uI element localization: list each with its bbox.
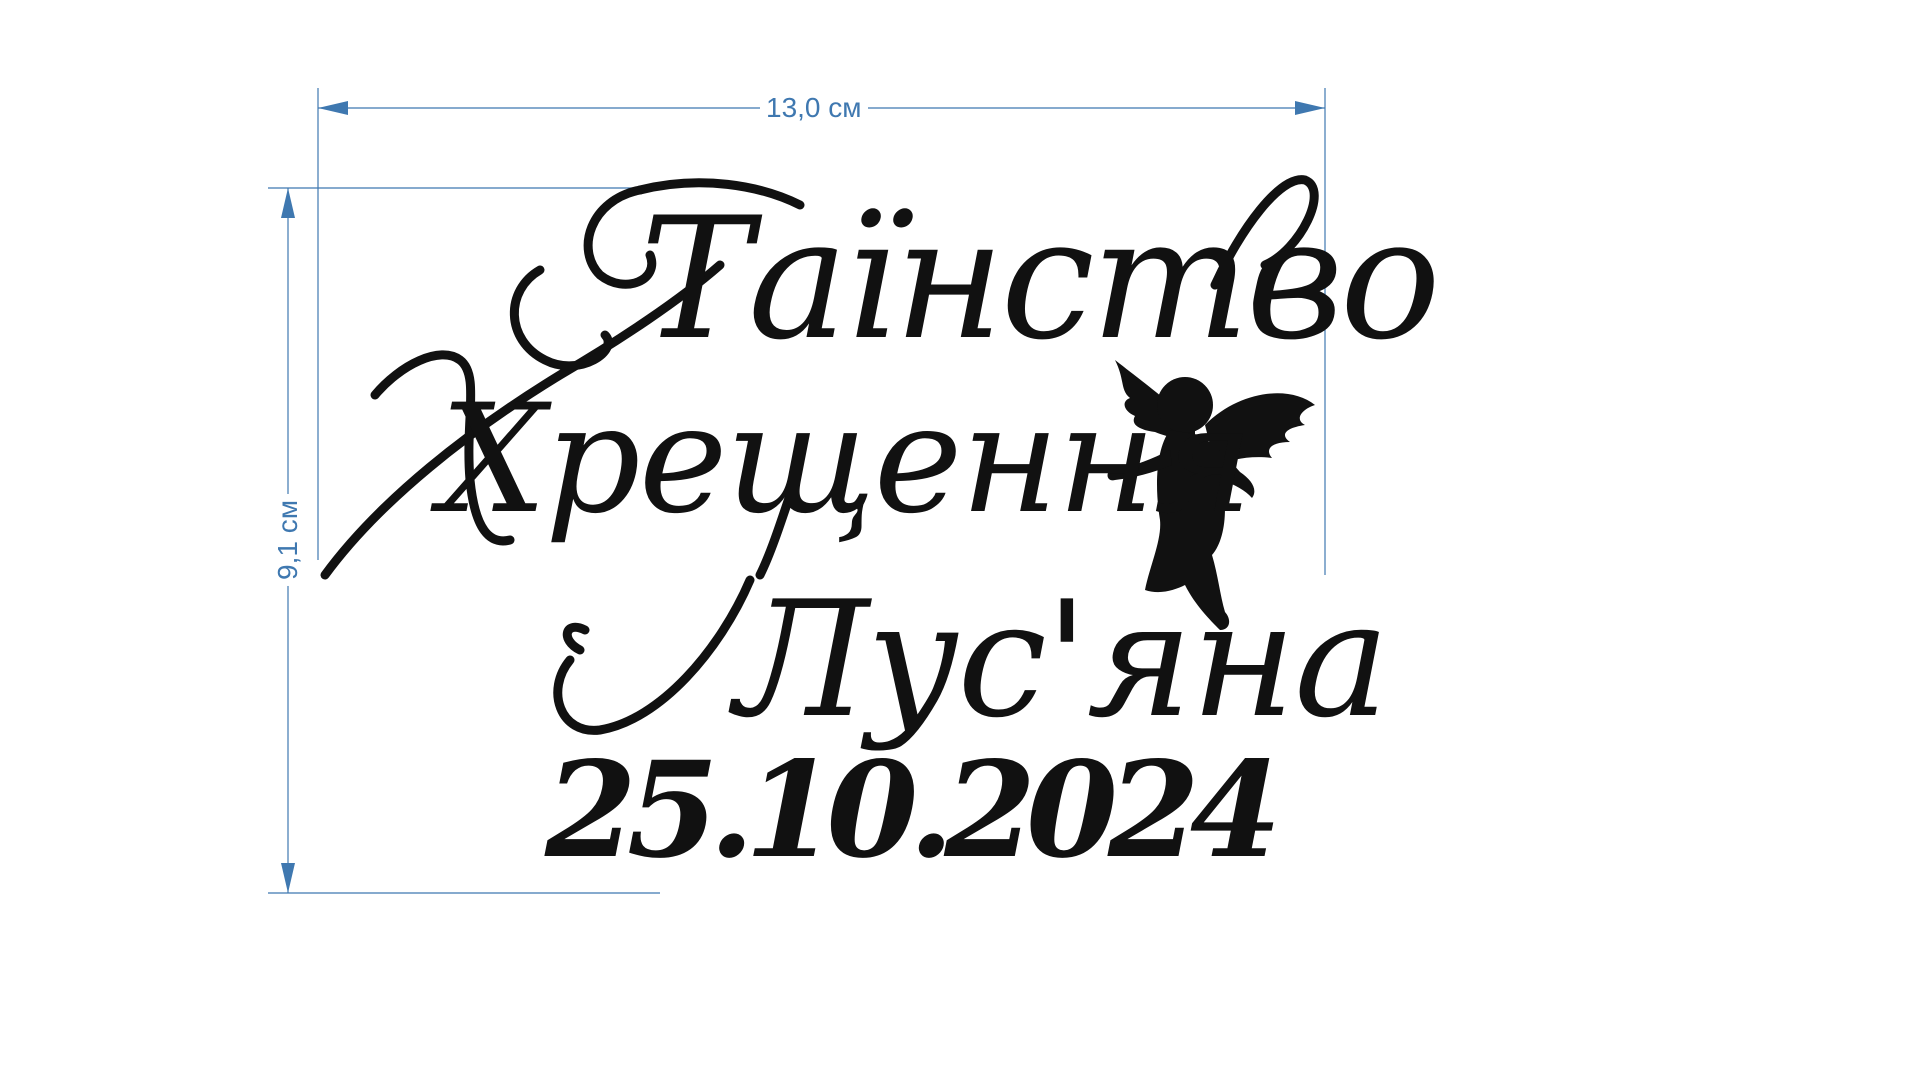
flourish-l-descender <box>553 575 755 735</box>
inscription-subtitle: Хрещення <box>440 373 1253 547</box>
flourish-l-curl <box>562 622 590 655</box>
inscription-date: 25.10.2024 <box>545 733 1282 888</box>
canvas: 13,0 см 9,1 см Таїнство Хрещення Лус'яна… <box>0 0 1920 1080</box>
inscription-name: Лус'яна <box>735 566 1390 753</box>
inscription-title: Таїнство <box>640 181 1441 377</box>
